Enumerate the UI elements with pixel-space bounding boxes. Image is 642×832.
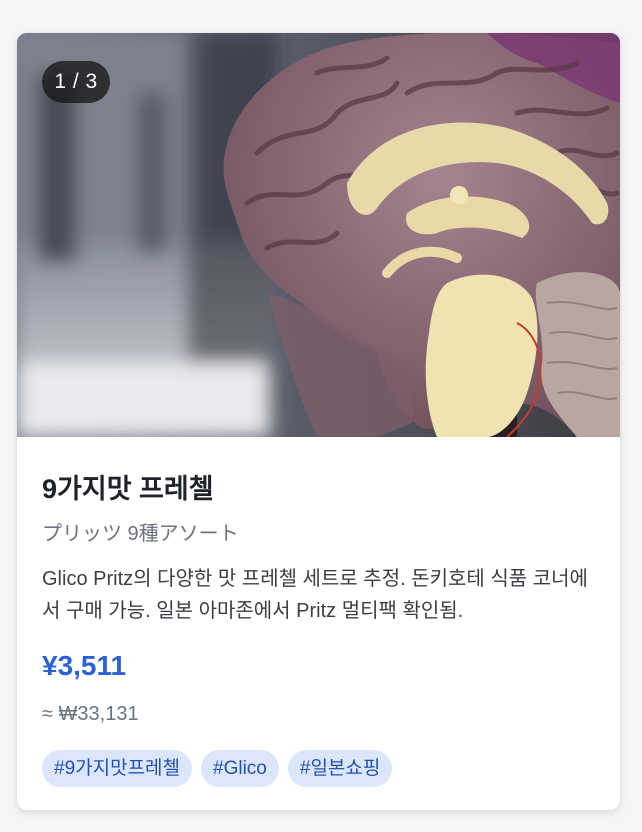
product-original-name: プリッツ 9種アソート <box>42 523 239 545</box>
tag-chip[interactable]: #Glico <box>201 750 279 787</box>
tag-list: #9가지맛프레첼 #Glico #일본쇼핑 <box>42 750 393 787</box>
product-title: 9가지맛 프레첼 <box>42 474 214 504</box>
product-price: ¥3,511 <box>42 650 127 681</box>
product-image <box>17 33 620 437</box>
converted-price: ≈ ₩33,131 <box>42 703 139 725</box>
product-description: Glico Pritz의 다양한 맛 프레첼 세트로 추정. 돈키호테 식품 코… <box>42 568 588 622</box>
image-counter-badge: 1 / 3 <box>42 61 110 103</box>
tag-chip[interactable]: #9가지맛프레첼 <box>42 750 193 787</box>
product-image-carousel[interactable]: 1 / 3 <box>17 33 620 437</box>
product-card[interactable]: 1 / 3 9가지맛 프레첼 プリッツ 9種アソート Glico Pritz의 … <box>17 33 620 810</box>
tag-chip[interactable]: #일본쇼핑 <box>287 750 393 787</box>
